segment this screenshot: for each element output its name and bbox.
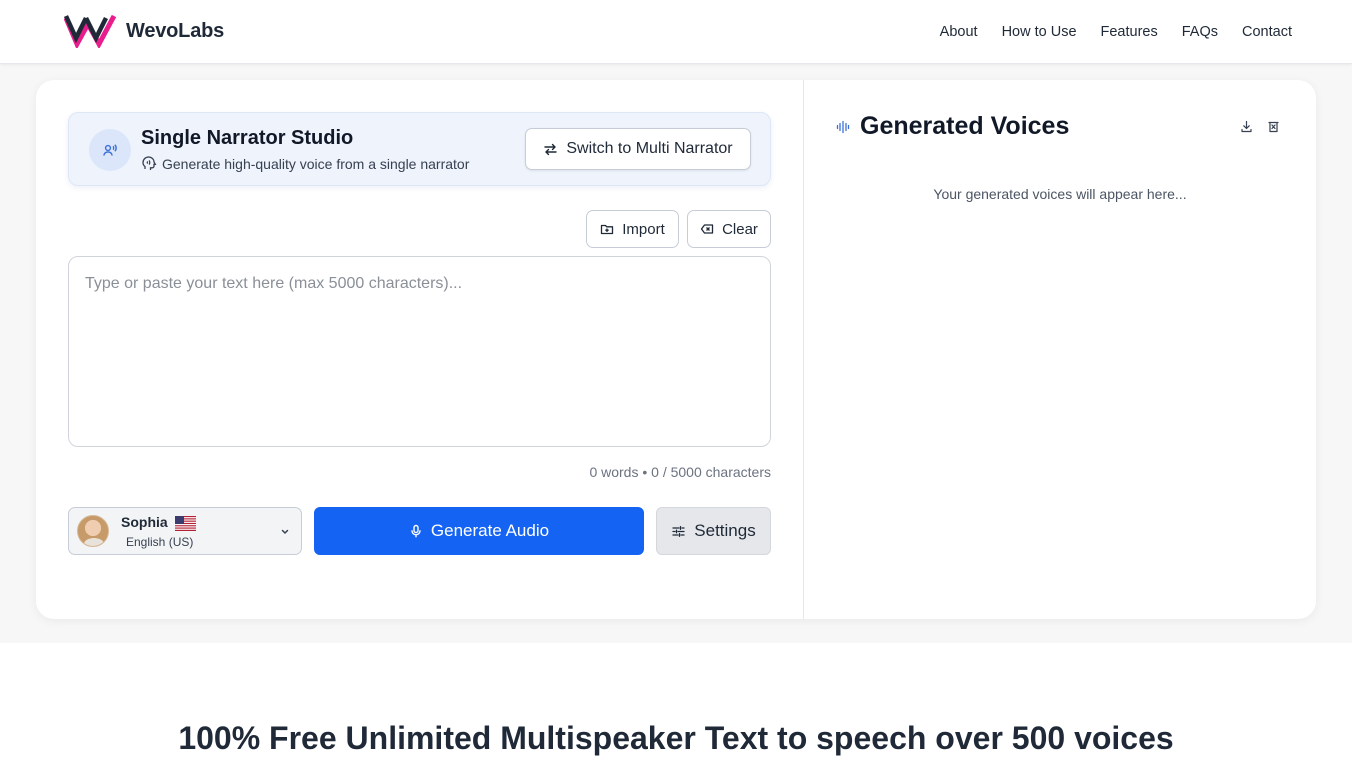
clear-label: Clear — [722, 220, 758, 238]
generated-voices-empty-message: Your generated voices will appear here..… — [933, 186, 1187, 202]
voice-language: English (US) — [126, 535, 194, 549]
nav-how-to-use[interactable]: How to Use — [1002, 24, 1077, 40]
folder-import-icon — [601, 224, 614, 235]
tts-card: Single Narrator Studio Generate high-qua… — [36, 80, 1316, 619]
generate-audio-label: Generate Audio — [430, 521, 550, 540]
voice-head-icon — [142, 156, 157, 170]
voice-name: Sophia — [121, 514, 168, 530]
generated-voices-title: Generated Voices — [860, 112, 1070, 140]
main-nav: About How to Use Features FAQs Contact — [940, 0, 1292, 64]
settings-label: Settings — [694, 521, 756, 540]
voice-selector[interactable]: Sophia English (US) — [68, 507, 302, 555]
studio-subtitle: Generate high-quality voice from a singl… — [141, 155, 469, 172]
generate-audio-button[interactable]: Generate Audio — [314, 507, 644, 555]
panel-divider — [803, 80, 804, 619]
brand-logo[interactable]: WevoLabs — [64, 14, 224, 48]
studio-subtitle-text: Generate high-quality voice from a singl… — [162, 155, 470, 172]
nav-faqs[interactable]: FAQs — [1182, 24, 1218, 40]
sliders-icon — [672, 525, 685, 537]
nav-about[interactable]: About — [940, 24, 978, 40]
nav-contact[interactable]: Contact — [1242, 24, 1292, 40]
chevron-down-icon — [281, 529, 289, 534]
studio-banner: Single Narrator Studio Generate high-qua… — [68, 112, 771, 186]
hero-headline: 100% Free Unlimited Multispeaker Text to… — [178, 720, 1174, 756]
switch-multi-narrator-label: Switch to Multi Narrator — [566, 140, 733, 157]
trash-x-icon — [1268, 121, 1279, 133]
wevolabs-logo-icon — [64, 14, 117, 48]
studio-title: Single Narrator Studio — [141, 127, 354, 149]
clear-button[interactable]: Clear — [687, 210, 771, 248]
narrator-icon — [89, 129, 131, 171]
us-flag-icon — [175, 516, 196, 531]
download-all-button[interactable] — [1240, 120, 1253, 133]
settings-button[interactable]: Settings — [656, 507, 771, 555]
waveform-icon — [836, 120, 850, 133]
nav-features[interactable]: Features — [1101, 24, 1158, 40]
voice-avatar — [77, 515, 109, 547]
backspace-icon — [700, 224, 714, 234]
microphone-icon — [411, 524, 421, 538]
import-button[interactable]: Import — [586, 210, 679, 248]
character-counter: 0 words • 0 / 5000 characters — [589, 464, 771, 480]
swap-arrows-icon — [544, 143, 558, 155]
import-label: Import — [622, 220, 665, 238]
download-icon — [1241, 120, 1252, 133]
generated-voices-header: Generated Voices — [836, 112, 1069, 141]
generated-voices-actions — [1240, 120, 1280, 133]
switch-multi-narrator-button[interactable]: Switch to Multi Narrator — [525, 128, 751, 170]
text-input[interactable] — [68, 256, 771, 447]
delete-all-button[interactable] — [1267, 120, 1280, 133]
brand-name: WevoLabs — [126, 19, 225, 42]
top-navbar: WevoLabs About How to Use Features FAQs … — [0, 0, 1352, 64]
